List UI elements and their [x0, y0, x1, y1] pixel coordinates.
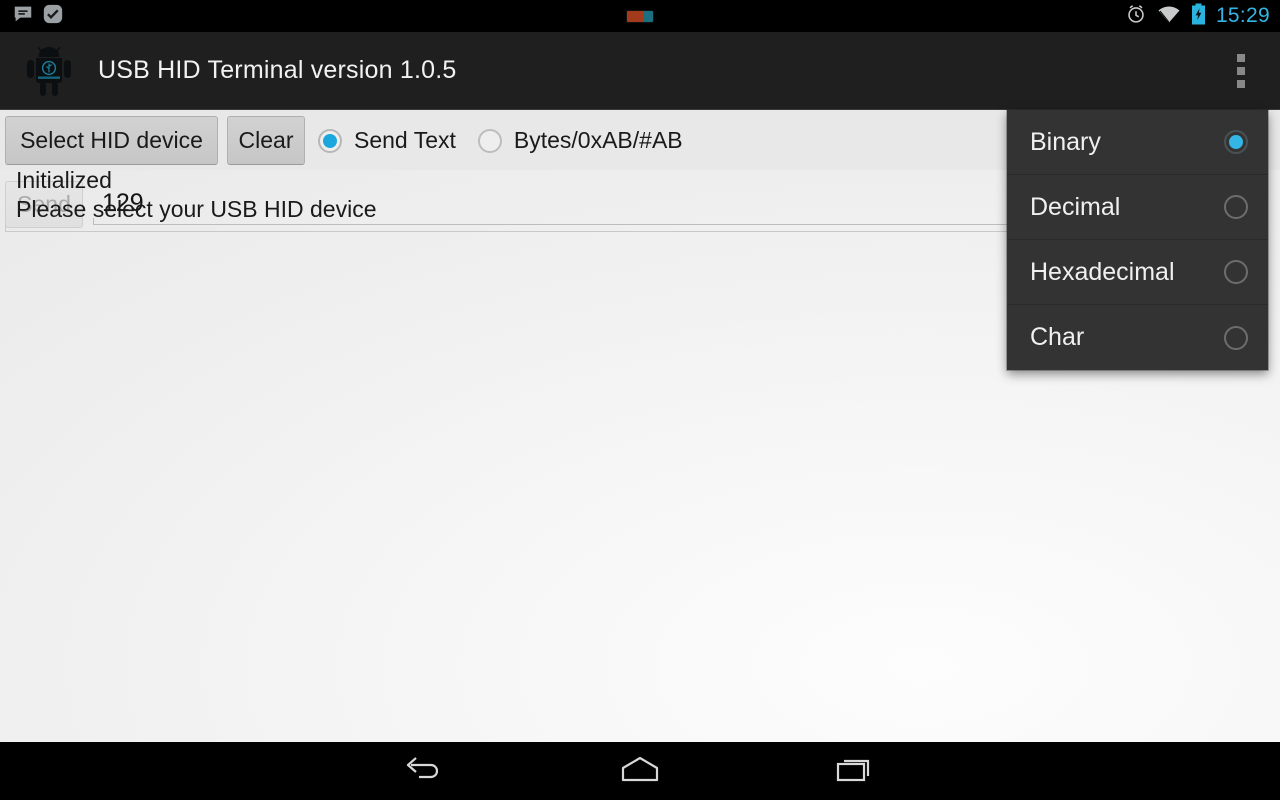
- radio-button-icon: [1224, 325, 1248, 350]
- android-screen: 15:29 USB HID Terminal version 1.0.5 Sel…: [0, 0, 1280, 800]
- overflow-dot: [1237, 53, 1245, 62]
- menu-item-hexadecimal[interactable]: Hexadecimal: [1007, 240, 1268, 305]
- recent-apps-icon: [834, 754, 878, 789]
- home-button[interactable]: [565, 742, 715, 800]
- status-bar: 15:29: [0, 0, 1280, 32]
- clear-button[interactable]: Clear: [227, 116, 305, 165]
- status-bar-clock: 15:29: [1215, 4, 1270, 27]
- radio-button-icon: [318, 128, 342, 153]
- menu-item-decimal[interactable]: Decimal: [1007, 175, 1268, 240]
- usb-connection-icon: [626, 9, 654, 23]
- back-button[interactable]: [349, 742, 499, 800]
- recents-button[interactable]: [781, 742, 931, 800]
- send-mode-radio-group: Send Text Bytes/0xAB/#AB: [318, 116, 683, 165]
- back-arrow-icon: [403, 754, 445, 789]
- radio-send-text-label: Send Text: [354, 127, 456, 153]
- format-dropdown-menu: Binary Decimal Hexadecimal Char: [1007, 110, 1268, 370]
- status-bar-system-icons: 15:29: [1125, 0, 1270, 32]
- menu-item-label: Hexadecimal: [1030, 257, 1175, 286]
- navigation-bar: [0, 742, 1280, 800]
- page-title: USB HID Terminal version 1.0.5: [98, 56, 457, 84]
- wifi-icon: [1157, 4, 1181, 29]
- menu-item-label: Binary: [1030, 127, 1101, 156]
- home-icon: [616, 754, 664, 789]
- radio-send-bytes[interactable]: Bytes/0xAB/#AB: [477, 127, 683, 154]
- action-bar: USB HID Terminal version 1.0.5: [0, 32, 1280, 110]
- battery-charging-icon: [1191, 3, 1206, 30]
- radio-send-bytes-label: Bytes/0xAB/#AB: [513, 127, 683, 153]
- alarm-clock-icon: [1125, 3, 1147, 30]
- select-hid-device-button[interactable]: Select HID device: [5, 116, 218, 165]
- radio-button-icon: [477, 128, 502, 153]
- overflow-dot: [1237, 66, 1245, 75]
- menu-item-char[interactable]: Char: [1007, 305, 1268, 370]
- status-bar-center: [0, 0, 1280, 32]
- radio-button-icon: [1224, 130, 1248, 154]
- radio-send-text[interactable]: Send Text: [318, 127, 456, 154]
- overflow-menu-icon[interactable]: [1228, 49, 1254, 93]
- radio-button-icon: [1224, 195, 1248, 219]
- input-underline: [93, 218, 1153, 225]
- android-robot-app-icon: [22, 44, 76, 98]
- menu-item-label: Decimal: [1030, 192, 1121, 221]
- radio-button-icon: [1224, 260, 1248, 284]
- menu-item-binary[interactable]: Binary: [1007, 110, 1268, 175]
- menu-item-label: Char: [1030, 323, 1085, 351]
- overflow-dot: [1237, 79, 1245, 88]
